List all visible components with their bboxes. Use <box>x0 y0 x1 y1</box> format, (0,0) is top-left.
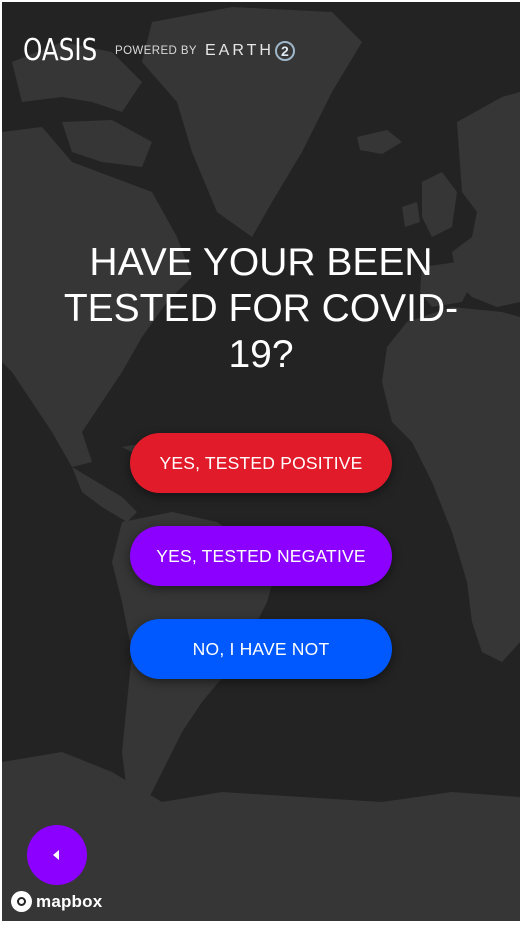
answer-tested-negative-button[interactable]: YES, TESTED NEGATIVE <box>130 526 392 586</box>
answer-not-tested-button[interactable]: NO, I HAVE NOT <box>130 619 392 679</box>
app-frame: OASIS POWERED BY EARTH 2 HAVE YOUR BEEN … <box>2 2 520 921</box>
chevron-left-icon <box>53 850 59 860</box>
mapbox-logo-icon <box>11 891 32 912</box>
partner-badge-icon: 2 <box>274 41 295 61</box>
question-title: HAVE YOUR BEEN TESTED FOR COVID-19? <box>63 241 459 376</box>
answer-tested-positive-button[interactable]: YES, TESTED POSITIVE <box>130 433 392 493</box>
partner-name: EARTH <box>204 42 274 59</box>
header-logo: OASIS POWERED BY EARTH 2 <box>23 32 295 68</box>
partner-logo: EARTH 2 <box>205 41 295 61</box>
back-button[interactable] <box>27 825 87 885</box>
powered-by-label: POWERED BY <box>115 45 197 57</box>
mapbox-attribution[interactable]: mapbox <box>11 891 102 912</box>
brand-name: OASIS <box>23 32 98 68</box>
mapbox-label: mapbox <box>36 891 103 911</box>
